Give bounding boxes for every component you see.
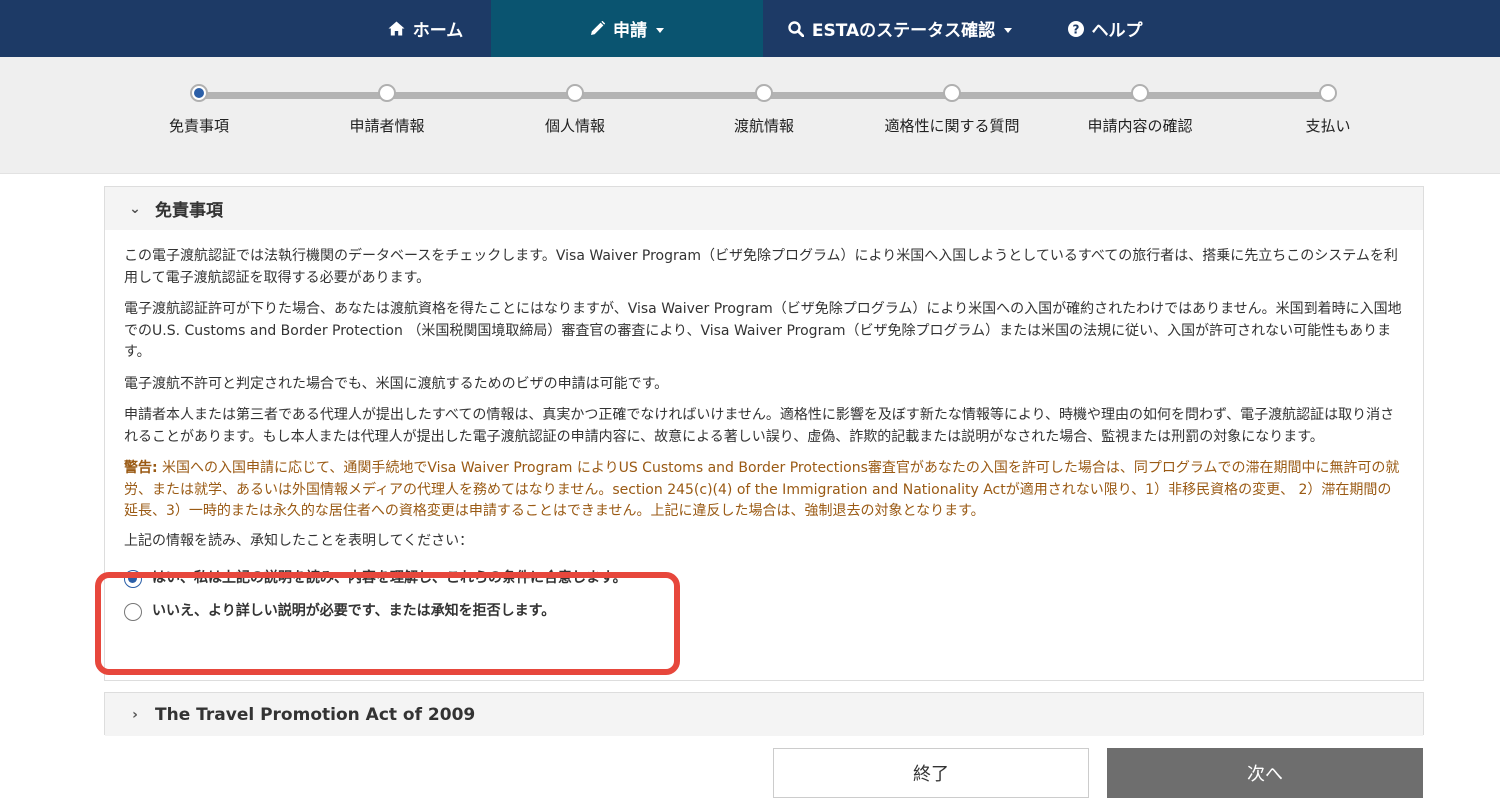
progress-stepper: 免責事項 申請者情報 個人情報 渡航情報 適格性に関する質問 申請内容の確認 支… <box>0 57 1500 174</box>
top-nav: ホーム 申請 ESTAのステータス確認 ? ヘルプ <box>0 0 1500 57</box>
step-dot <box>1131 84 1149 102</box>
radio-no[interactable] <box>124 602 142 621</box>
nav-apply-label: 申請 <box>613 21 647 41</box>
acknowledge-prompt: 上記の情報を読み、承知したことを表明してください： <box>124 532 474 549</box>
nav-status[interactable]: ESTAのステータス確認 <box>780 0 1020 57</box>
caret-down-icon <box>1004 27 1013 33</box>
step-travel-info: 渡航情報 <box>684 84 844 136</box>
travel-act-panel-header[interactable]: › The Travel Promotion Act of 2009 <box>105 693 1423 736</box>
disclaimer-panel-header[interactable]: ⌄ 免責事項 <box>105 187 1423 230</box>
disclaimer-panel: ⌄ 免責事項 この電子渡航認証では法執行機関のデータベースをチェックします。Vi… <box>104 186 1424 681</box>
nav-help-label: ヘルプ <box>1091 21 1143 41</box>
pencil-icon <box>591 21 605 35</box>
step-label: 申請者情報 <box>349 117 425 135</box>
radio-no-label: いいえ、より詳しい説明が必要です、または承知を拒否します。 <box>152 602 556 619</box>
step-dot-current <box>190 84 208 102</box>
home-icon <box>388 21 405 36</box>
nav-home[interactable]: ホーム <box>360 0 491 57</box>
radio-yes[interactable] <box>124 569 142 588</box>
step-label: 適格性に関する質問 <box>884 117 1020 135</box>
help-icon: ? <box>1067 20 1084 37</box>
step-label: 個人情報 <box>544 117 605 135</box>
step-dot <box>566 84 584 102</box>
step-payment: 支払い <box>1248 84 1408 136</box>
travel-act-title: The Travel Promotion Act of 2009 <box>155 704 476 725</box>
warning-label: 警告: <box>124 460 158 476</box>
chevron-down-icon: ⌄ <box>129 200 141 217</box>
disclaimer-paragraph: 電子渡航不許可と判定された場合でも、米国に渡航するためのビザの申請は可能です。 <box>124 375 669 392</box>
nav-help[interactable]: ? ヘルプ <box>1055 0 1155 57</box>
warning-paragraph: 警告: 米国への入国申請に応じて、通関手続地でVisa Waiver Progr… <box>124 458 1404 523</box>
disclaimer-body: この電子渡航認証では法執行機関のデータベースをチェックします。Visa Waiv… <box>105 230 1423 628</box>
caret-down-icon <box>656 27 664 33</box>
step-label: 支払い <box>1305 117 1351 135</box>
chevron-right-icon: › <box>132 706 138 723</box>
warning-text: 米国への入国申請に応じて、通関手続地でVisa Waiver Program に… <box>124 460 1400 519</box>
travel-act-panel: › The Travel Promotion Act of 2009 <box>104 692 1424 736</box>
step-dot <box>378 84 396 102</box>
nav-home-label: ホーム <box>412 21 464 41</box>
disclaimer-paragraph: 申請者本人または第三者である代理人が提出したすべての情報は、真実かつ正確でなけれ… <box>124 407 1395 445</box>
disclaimer-paragraph: この電子渡航認証では法執行機関のデータベースをチェックします。Visa Waiv… <box>124 248 1398 286</box>
next-button[interactable]: 次へ <box>1107 748 1423 798</box>
nav-apply[interactable]: 申請 <box>491 0 763 57</box>
nav-status-label: ESTAのステータス確認 <box>811 21 996 41</box>
step-dot <box>755 84 773 102</box>
end-button[interactable]: 終了 <box>773 748 1089 798</box>
step-eligibility: 適格性に関する質問 <box>872 84 1032 136</box>
step-label: 免責事項 <box>168 117 229 135</box>
svg-text:?: ? <box>1072 22 1079 36</box>
step-disclaimer: 免責事項 <box>119 84 279 136</box>
step-review: 申請内容の確認 <box>1060 84 1220 136</box>
step-personal-info: 個人情報 <box>495 84 655 136</box>
radio-yes-label: はい、私は上記の説明を読み、内容を理解し、これらの条件に合意します。 <box>152 569 627 586</box>
step-dot <box>1319 84 1337 102</box>
disclaimer-title: 免責事項 <box>155 201 223 221</box>
step-dot <box>943 84 961 102</box>
radio-option-yes[interactable]: はい、私は上記の説明を読み、内容を理解し、これらの条件に合意します。 <box>124 562 1404 595</box>
search-icon <box>788 20 804 37</box>
radio-option-no[interactable]: いいえ、より詳しい説明が必要です、または承知を拒否します。 <box>124 595 1404 628</box>
disclaimer-paragraph: 電子渡航認証許可が下りた場合、あなたは渡航資格を得たことにはなりますが、Visa… <box>124 301 1402 360</box>
step-label: 渡航情報 <box>733 117 794 135</box>
step-applicant-info: 申請者情報 <box>307 84 467 136</box>
step-label: 申請内容の確認 <box>1087 117 1193 135</box>
